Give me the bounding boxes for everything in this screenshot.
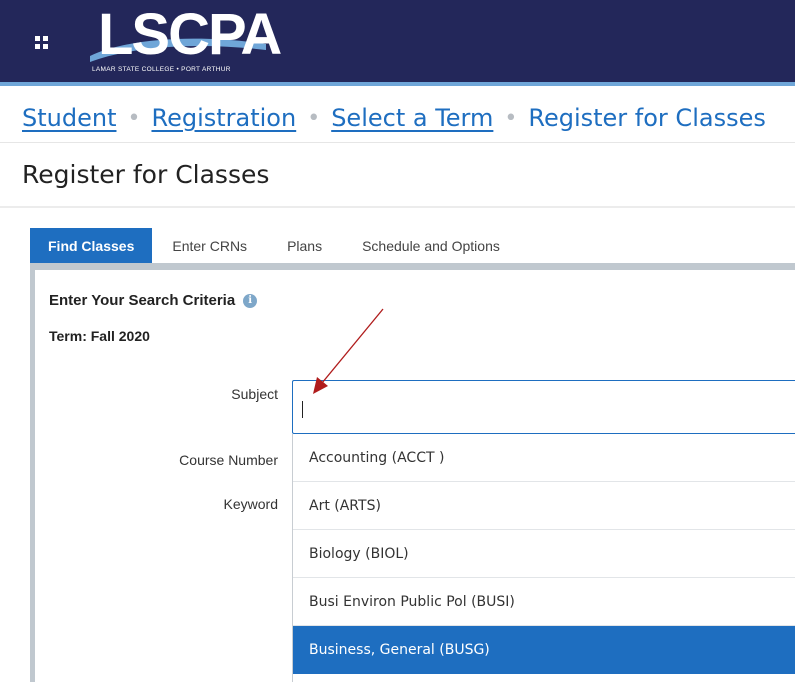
breadcrumb-divider xyxy=(0,142,795,143)
subject-label: Subject xyxy=(231,386,278,402)
tab-plans[interactable]: Plans xyxy=(267,228,342,263)
app-menu-grid-icon[interactable] xyxy=(35,36,49,50)
tab-underline xyxy=(30,263,795,270)
keyword-label: Keyword xyxy=(223,496,278,512)
breadcrumb-current: Register for Classes xyxy=(528,104,766,132)
subject-option-biol[interactable]: Biology (BIOL) xyxy=(293,530,795,578)
title-divider xyxy=(0,206,795,208)
subject-option-busi[interactable]: Busi Environ Public Pol (BUSI) xyxy=(293,578,795,626)
breadcrumb-registration[interactable]: Registration xyxy=(151,104,296,132)
term-label: Term: Fall 2020 xyxy=(49,328,150,344)
course-number-label: Course Number xyxy=(179,452,278,468)
subject-option-arts[interactable]: Art (ARTS) xyxy=(293,482,795,530)
subject-option-busg[interactable]: Business, General (BUSG) xyxy=(293,626,795,674)
app-header: LSCPA LAMAR STATE COLLEGE • PORT ARTHUR xyxy=(0,0,795,82)
breadcrumb-separator: • xyxy=(127,105,141,131)
tab-bar: Find Classes Enter CRNs Plans Schedule a… xyxy=(30,228,520,263)
college-logo[interactable]: LSCPA LAMAR STATE COLLEGE • PORT ARTHUR xyxy=(88,4,282,78)
breadcrumb-student[interactable]: Student xyxy=(22,104,116,132)
header-accent-line xyxy=(0,82,795,86)
tab-find-classes[interactable]: Find Classes xyxy=(30,228,153,263)
logo-text: LSCPA xyxy=(98,2,282,67)
tab-enter-crns[interactable]: Enter CRNs xyxy=(152,228,267,263)
breadcrumb: Student • Registration • Select a Term •… xyxy=(22,98,766,138)
page-title: Register for Classes xyxy=(22,160,270,189)
breadcrumb-select-term[interactable]: Select a Term xyxy=(331,104,493,132)
subject-option-acct[interactable]: Accounting (ACCT ) xyxy=(293,434,795,482)
logo-subtitle: LAMAR STATE COLLEGE • PORT ARTHUR xyxy=(92,66,231,73)
search-criteria-label: Enter Your Search Criteria xyxy=(49,292,236,309)
subject-input[interactable] xyxy=(292,380,795,434)
tab-schedule-options[interactable]: Schedule and Options xyxy=(342,228,520,263)
breadcrumb-separator: • xyxy=(504,105,518,131)
info-icon[interactable]: i xyxy=(243,293,258,308)
text-caret xyxy=(302,401,303,418)
breadcrumb-separator: • xyxy=(307,105,321,131)
subject-dropdown: Accounting (ACCT ) Art (ARTS) Biology (B… xyxy=(292,434,795,682)
search-criteria-heading: Enter Your Search Criteria i xyxy=(49,292,258,309)
